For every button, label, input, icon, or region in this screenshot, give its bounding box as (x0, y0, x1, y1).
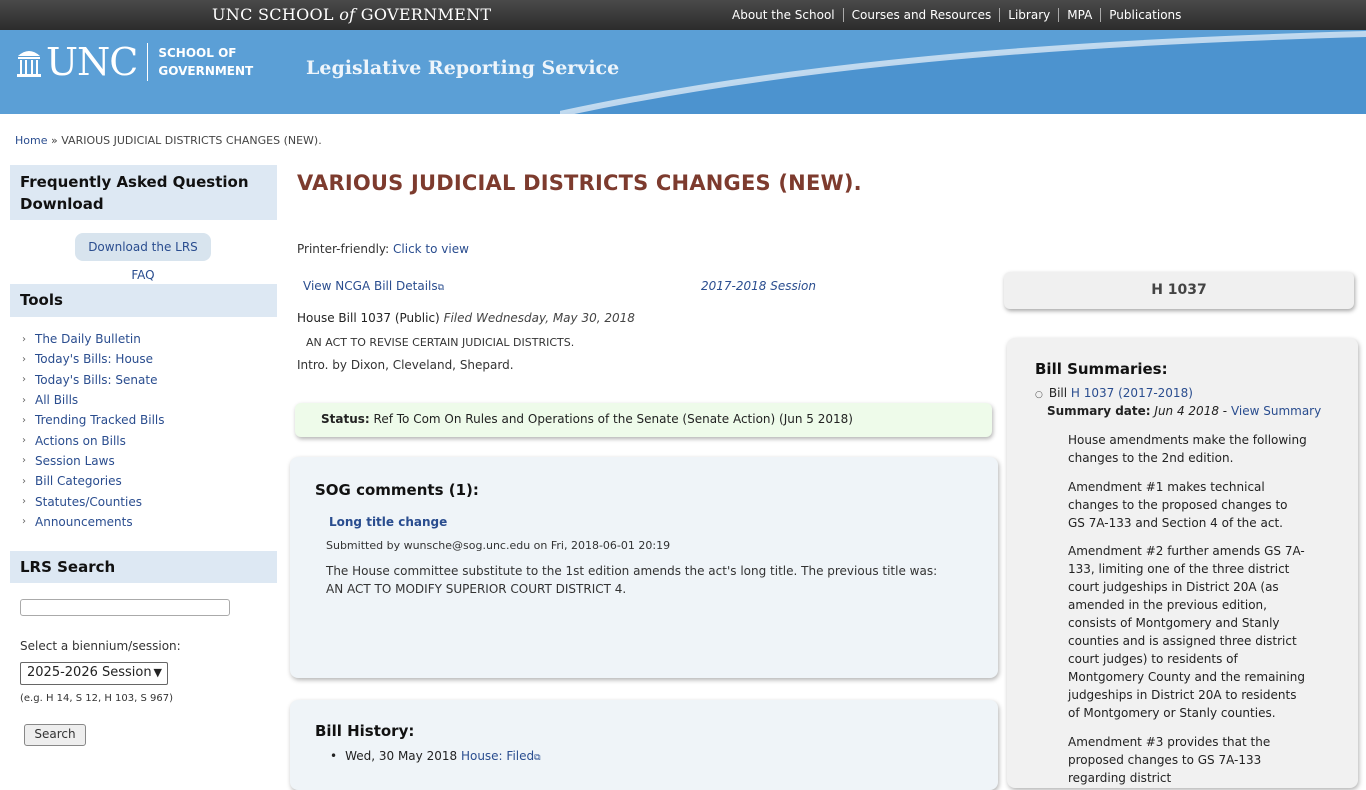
chevron-right-icon: › (22, 333, 26, 345)
printer-friendly: Printer-friendly: Click to view (297, 242, 469, 256)
sog-comments-heading: SOG comments (1): (315, 481, 479, 499)
view-summary-link[interactable]: View Summary (1231, 404, 1321, 418)
tools-heading: Tools (10, 284, 277, 317)
summary-paragraph: Amendment #1 makes technical changes to … (1068, 480, 1288, 530)
status-text: Ref To Com On Rules and Operations of th… (373, 412, 853, 426)
chevron-right-icon: › (22, 435, 26, 447)
bill-info-line: House Bill 1037 (Public) Filed Wednesday… (297, 311, 635, 325)
nav-mpa[interactable]: MPA (1058, 8, 1100, 22)
nav-about-the-school[interactable]: About the School (724, 8, 843, 22)
chevron-right-icon: › (22, 516, 26, 528)
tool-item-todays-bills-senate[interactable]: › Today's Bills: Senate (22, 370, 165, 390)
status-label: Status: (321, 412, 370, 426)
lrs-search-input[interactable] (20, 599, 230, 616)
summary-paragraph: House amendments make the following chan… (1068, 433, 1307, 465)
session-link[interactable]: 2017-2018 Session (701, 279, 816, 293)
breadcrumb-home[interactable]: Home (15, 134, 47, 147)
logo-divider (147, 43, 149, 81)
bill-status-box: Status: Ref To Com On Rules and Operatio… (295, 403, 992, 437)
top-nav: About the School Courses and Resources L… (724, 8, 1189, 22)
ncga-bill-details-link[interactable]: View NCGA Bill Details⧉ (303, 279, 444, 293)
nav-publications[interactable]: Publications (1100, 8, 1189, 22)
history-action-link[interactable]: House: Filed (461, 749, 534, 763)
bill-number-box: H 1037 (1004, 272, 1354, 309)
summary-bill-link[interactable]: H 1037 (2017-2018) (1071, 386, 1193, 400)
session-select-value: 2025-2026 Session (27, 665, 152, 680)
nav-courses-and-resources[interactable]: Courses and Resources (842, 8, 1000, 22)
bullet-icon: • (330, 749, 338, 763)
tool-item-todays-bills-house[interactable]: › Today's Bills: House (22, 349, 165, 369)
sog-comments-panel: SOG comments (1): Long title change Subm… (290, 457, 998, 678)
bill-summaries-heading: Bill Summaries: (1035, 360, 1168, 378)
comment-submitted-by: Submitted by wunsche@sog.unc.edu on Fri,… (326, 539, 671, 552)
chevron-right-icon: › (22, 414, 26, 426)
chevron-right-icon: › (22, 496, 26, 508)
printer-friendly-link[interactable]: Click to view (393, 242, 469, 256)
chevron-right-icon: › (22, 394, 26, 406)
nav-library[interactable]: Library (999, 8, 1058, 22)
chevron-right-icon: › (22, 353, 26, 365)
chevron-down-icon: ▼ (153, 666, 162, 679)
external-link-icon: ⧉ (534, 753, 541, 763)
session-select[interactable]: 2025-2026 Session ▼ (20, 662, 168, 685)
tool-item-announcements[interactable]: › Announcements (22, 512, 165, 532)
unc-logo-text: UNC (46, 40, 138, 84)
search-button[interactable]: Search (24, 724, 86, 746)
banner: UNC SCHOOL OF GOVERNMENT Legislative Repo… (0, 30, 1366, 114)
breadcrumb-current: VARIOUS JUDICIAL DISTRICTS CHANGES (NEW)… (61, 134, 322, 147)
service-title: Legislative Reporting Service (306, 57, 620, 79)
bill-sponsors: Intro. by Dixon, Cleveland, Shepard. (297, 358, 514, 372)
act-long-title: AN ACT TO REVISE CERTAIN JUDICIAL DISTRI… (306, 336, 575, 349)
top-bar: UNC SCHOOL of GOVERNMENT About the Schoo… (0, 0, 1366, 30)
summary-paragraph: Amendment #2 further amends GS 7A-133, l… (1068, 544, 1305, 720)
search-example-hint: (e.g. H 14, S 12, H 103, S 967) (20, 693, 173, 704)
bill-summaries-panel: Bill Summaries: ○ Bill H 1037 (2017-2018)… (1007, 338, 1358, 788)
chevron-right-icon: › (22, 475, 26, 487)
tool-item-trending-tracked-bills[interactable]: › Trending Tracked Bills (22, 410, 165, 430)
tool-item-bill-categories[interactable]: › Bill Categories (22, 471, 165, 491)
summary-paragraph: Amendment #3 provides that the proposed … (1068, 735, 1271, 785)
breadcrumb: Home » VARIOUS JUDICIAL DISTRICTS CHANGE… (15, 134, 322, 147)
chevron-right-icon: › (22, 374, 26, 386)
tool-item-session-laws[interactable]: › Session Laws (22, 451, 165, 471)
download-faq-button[interactable]: Download the LRS FAQ (75, 233, 211, 282)
unc-sog-logo[interactable]: UNC SCHOOL OF GOVERNMENT (16, 42, 253, 82)
tool-item-daily-bulletin[interactable]: › The Daily Bulletin (22, 329, 165, 349)
history-item: • Wed, 30 May 2018 House: Filed⧉ (330, 749, 541, 763)
comment-title-link[interactable]: Long title change (329, 515, 447, 529)
breadcrumb-separator: » (50, 134, 58, 147)
faq-heading: Frequently Asked Question Download (10, 165, 277, 220)
session-select-label: Select a biennium/session: (20, 639, 181, 653)
school-brand-link[interactable]: UNC SCHOOL of GOVERNMENT (212, 5, 491, 24)
lrs-search-heading: LRS Search (10, 551, 277, 583)
summary-date-line: Summary date: Jun 4 2018 - View Summary (1047, 404, 1322, 418)
tool-item-statutes-counties[interactable]: › Statutes/Counties (22, 491, 165, 511)
summary-bill-line: ○ Bill H 1037 (2017-2018) (1035, 386, 1193, 400)
page-title: VARIOUS JUDICIAL DISTRICTS CHANGES (NEW)… (297, 171, 862, 195)
tool-item-actions-on-bills[interactable]: › Actions on Bills (22, 430, 165, 450)
banner-swoosh (560, 31, 1366, 114)
comment-body: The House committee substitute to the 1s… (326, 564, 938, 596)
bill-history-heading: Bill History: (315, 722, 415, 740)
chevron-right-icon: › (22, 455, 26, 467)
tools-list: › The Daily Bulletin › Today's Bills: Hous… (22, 329, 165, 532)
circle-bullet-icon: ○ (1035, 390, 1043, 400)
old-well-icon (17, 51, 41, 77)
external-link-icon: ⧉ (437, 283, 445, 293)
bill-history-panel: Bill History: • Wed, 30 May 2018 House: F… (290, 700, 998, 790)
sog-logo-text: SCHOOL OF GOVERNMENT (158, 46, 254, 78)
tool-item-all-bills[interactable]: › All Bills (22, 390, 165, 410)
